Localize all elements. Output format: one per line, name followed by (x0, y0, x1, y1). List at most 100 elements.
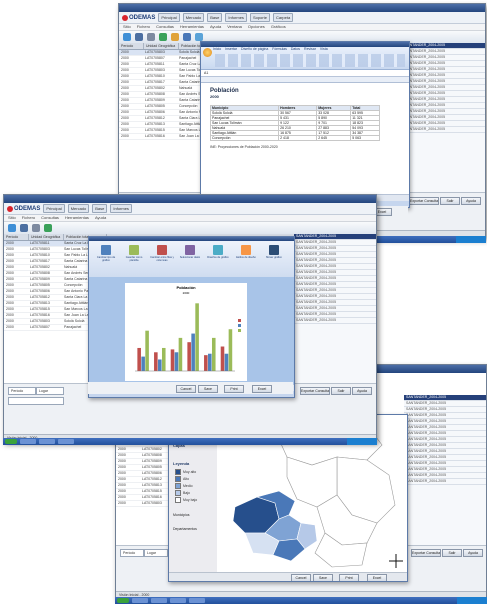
cancel-button[interactable]: Cancel (291, 574, 311, 581)
taskbar-item[interactable] (189, 598, 205, 603)
title-bar[interactable] (4, 195, 376, 203)
menu-item[interactable]: Sitio (123, 24, 131, 30)
bar[interactable] (145, 330, 149, 371)
cell-reference[interactable]: A1 (204, 71, 208, 75)
nav-button-mercado[interactable]: Mercado (67, 204, 90, 213)
save-icon[interactable] (20, 224, 28, 232)
municipios-toggle[interactable]: Municipios (173, 513, 190, 517)
start-button[interactable] (117, 598, 129, 603)
bar[interactable] (195, 303, 199, 371)
bar[interactable] (187, 342, 191, 371)
period-field[interactable]: Período (8, 387, 36, 395)
ribbon-tab[interactable]: Fórmulas (272, 47, 287, 52)
bar[interactable] (178, 337, 183, 371)
bar[interactable] (161, 347, 166, 371)
open-icon[interactable] (8, 224, 16, 232)
place-field[interactable]: Lugar (144, 549, 168, 557)
start-button[interactable] (5, 439, 17, 444)
bar[interactable] (154, 352, 158, 371)
table-cell[interactable]: 2 645 (316, 135, 352, 141)
ribbon-group[interactable]: Seleccionar datos (177, 245, 203, 268)
exit-button[interactable]: Salir (440, 197, 460, 205)
col-header[interactable]: Unidad Geográfica (29, 234, 64, 240)
save-button[interactable]: Save (198, 385, 218, 393)
menu-item[interactable]: Gráficos (271, 24, 286, 30)
exit-button[interactable]: Salir (331, 387, 351, 395)
bar[interactable] (224, 353, 229, 371)
menu-item[interactable]: Consultas (41, 215, 59, 221)
print-icon[interactable] (32, 224, 40, 232)
legend-item[interactable]: Muy alto (175, 469, 196, 475)
legend-item[interactable]: Alto (175, 476, 189, 482)
menu-item[interactable]: Consultas (156, 24, 174, 30)
bar[interactable] (191, 333, 195, 371)
ribbon-group[interactable]: Estilos de diseño (233, 245, 259, 268)
menu-item[interactable]: Fichero (137, 24, 150, 30)
nav-button-base[interactable]: Base (92, 204, 108, 213)
menu-item[interactable]: Ayuda (95, 215, 106, 221)
taskbar-item[interactable] (39, 439, 55, 444)
nav-button-principal[interactable]: Principal (158, 13, 180, 22)
ribbon-tab[interactable]: Datos (291, 47, 300, 52)
ribbon-tab[interactable]: Revisar (304, 47, 316, 52)
menu-item[interactable]: Ventana (227, 24, 242, 30)
legend-item[interactable]: Bajo (175, 490, 190, 496)
bar[interactable] (170, 349, 175, 371)
help-button[interactable]: Ayuda (461, 197, 481, 205)
menu-item[interactable]: Herramientas (65, 215, 89, 221)
chart-area[interactable]: Población 2000 (89, 277, 294, 385)
menu-item[interactable]: Ayuda (210, 24, 221, 30)
period-value[interactable] (8, 397, 64, 405)
ribbon-group[interactable]: Cambiar entre filas y columnas (149, 245, 175, 268)
print-button[interactable]: Print (339, 574, 359, 581)
print-button[interactable]: Print (224, 385, 244, 393)
map-icon[interactable] (195, 33, 203, 41)
bar[interactable] (208, 353, 212, 371)
export-button[interactable]: Exportar Consulta (411, 549, 441, 557)
refresh-icon[interactable] (44, 224, 52, 232)
export-button[interactable]: Exportar Consulta (409, 197, 439, 205)
taskbar-item[interactable] (132, 598, 148, 603)
bar[interactable] (137, 347, 141, 371)
nav-button-mercado[interactable]: Mercado (182, 13, 205, 22)
chart-icon[interactable] (183, 33, 191, 41)
formula-bar[interactable]: A1 (201, 70, 409, 77)
print-icon[interactable] (147, 33, 155, 41)
bar[interactable] (228, 329, 233, 371)
table-cell[interactable]: Concepción (209, 135, 280, 141)
menu-item[interactable]: Herramientas (180, 24, 204, 30)
menu-item[interactable]: Sitio (8, 215, 16, 221)
ribbon-tab[interactable]: Vista (320, 47, 328, 52)
spreadsheet[interactable]: Población 2000 Municipio Hombres Mujeres… (204, 84, 406, 192)
save-icon[interactable] (135, 33, 143, 41)
bar[interactable] (174, 352, 179, 371)
bar[interactable] (211, 337, 216, 371)
taskbar-item[interactable] (170, 598, 186, 603)
bar[interactable] (158, 359, 162, 371)
help-button[interactable]: Ayuda (352, 387, 372, 395)
filter-icon[interactable] (171, 33, 179, 41)
legend-item[interactable]: Muy bajo (175, 497, 197, 503)
cancel-button[interactable]: Cancel (176, 385, 196, 393)
taskbar-item[interactable] (151, 598, 167, 603)
nav-button-principal[interactable]: Principal (43, 204, 65, 213)
save-button[interactable]: Save (313, 574, 333, 581)
col-header[interactable]: Período (119, 43, 144, 49)
col-header[interactable]: Período (4, 234, 29, 240)
menu-item[interactable]: Opciones (248, 24, 265, 30)
nav-button-base[interactable]: Base (207, 13, 223, 22)
open-icon[interactable] (123, 33, 131, 41)
menu-item[interactable]: Fichero (22, 215, 35, 221)
help-button[interactable]: Ayuda (463, 549, 483, 557)
place-field[interactable]: Lugar (36, 387, 64, 395)
result-row[interactable]: SANTANDER_2004-2005 (403, 127, 485, 133)
office-button-icon[interactable] (203, 48, 212, 57)
table-cell[interactable]: 5 063 (350, 135, 380, 141)
title-bar[interactable] (119, 4, 485, 12)
export-button[interactable]: Exportar Consulta (300, 387, 330, 395)
col-header[interactable]: Unidad Geográfica (144, 43, 179, 49)
table-cell[interactable]: 2 418 (278, 135, 318, 141)
bar[interactable] (220, 346, 225, 371)
excel-button[interactable]: Excel (367, 574, 387, 581)
legend-item[interactable]: Medio (175, 483, 193, 489)
